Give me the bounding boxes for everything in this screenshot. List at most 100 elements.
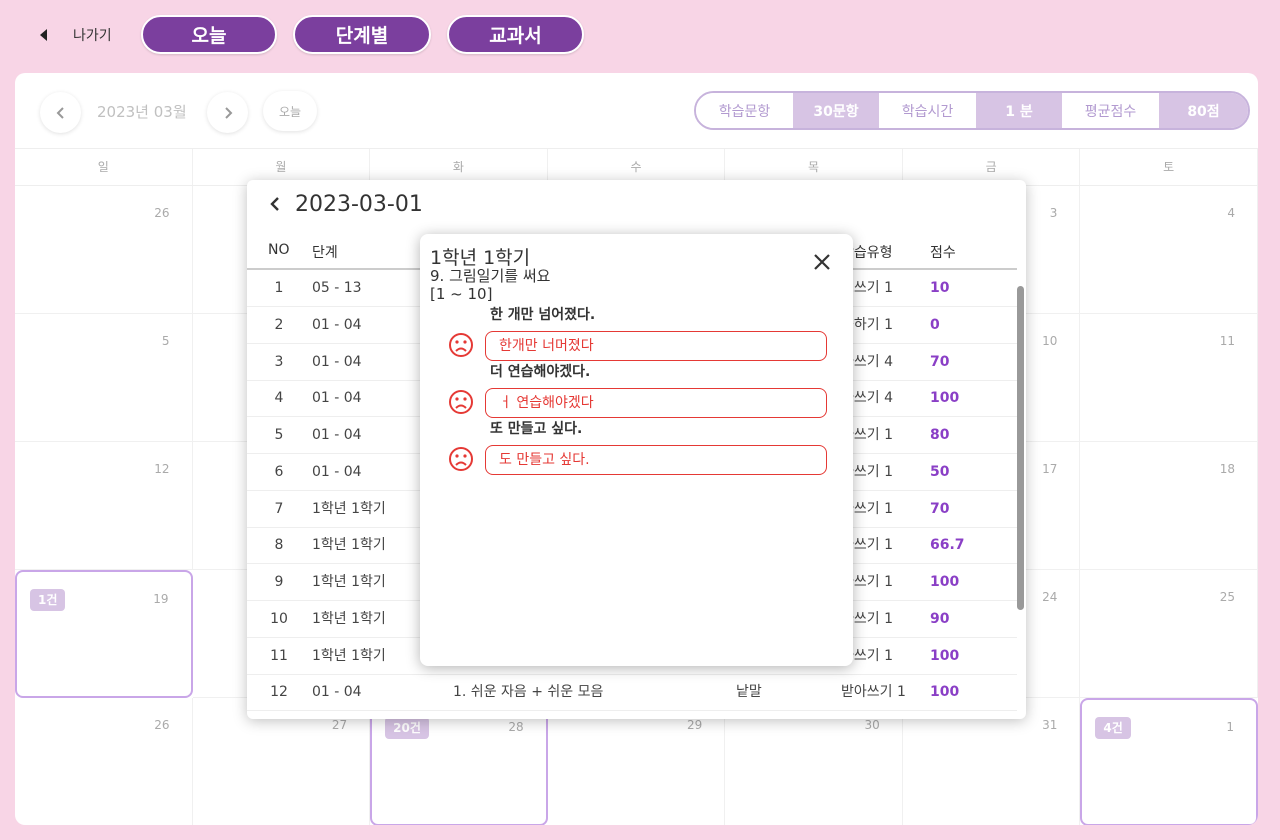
popup-scrollbar-thumb[interactable]: [1017, 286, 1024, 610]
stat-items-value: 30문항: [793, 93, 879, 128]
popup-back-button[interactable]: [269, 193, 281, 217]
popup-header: 2023-03-01: [269, 192, 423, 217]
top-bar: 나가기 오늘 단계별 교과서: [0, 0, 1280, 70]
row-no: 4: [274, 390, 284, 407]
row-stage: 01 - 04: [312, 390, 362, 407]
row-no: 6: [274, 463, 284, 480]
sad-face-icon: [449, 390, 473, 414]
day-number: 19: [153, 592, 169, 606]
month-label: 2023년 03월: [97, 103, 187, 121]
row-no: 3: [274, 353, 284, 370]
prev-month-button[interactable]: [40, 92, 81, 133]
day-number: 27: [331, 718, 348, 732]
modal-subtitle: 9. 그림일기를 써요: [430, 267, 551, 285]
row-stage: 1학년 1학기: [312, 537, 386, 554]
row-score: 100: [930, 684, 960, 701]
day-number: 1: [1226, 720, 1234, 734]
row-score: 70: [930, 500, 950, 517]
count-badge: 1건: [30, 589, 66, 611]
by-stage-tab-button[interactable]: 단계별: [293, 15, 431, 54]
row-score: 100: [930, 574, 960, 590]
calendar-day-cell[interactable]: 4: [1080, 186, 1258, 314]
row-no: 12: [270, 684, 288, 701]
day-number: 10: [1042, 334, 1058, 348]
today-tab-button[interactable]: 오늘: [141, 15, 277, 54]
row-score: 0: [930, 316, 940, 333]
back-label: 나가기: [73, 28, 112, 44]
sad-face-icon: [449, 333, 473, 357]
row-score: 66.7: [930, 537, 965, 554]
row-stage: 01 - 04: [312, 684, 362, 701]
calendar-day-cell[interactable]: 12: [15, 442, 193, 570]
row-no: 1: [274, 280, 284, 296]
chevron-left-icon: [56, 106, 64, 119]
row-no: 9: [274, 574, 284, 590]
student-answer-field: ㅓ 연습해야겠다: [485, 388, 827, 418]
row-score: 100: [930, 390, 960, 407]
count-badge: 4건: [1095, 717, 1131, 739]
row-stage: 1학년 1학기: [312, 647, 386, 664]
calendar-day-cell[interactable]: 18: [1080, 442, 1258, 570]
row-stage: 01 - 04: [312, 463, 362, 480]
row-no: 7: [274, 500, 284, 517]
row-stage: 01 - 04: [312, 427, 362, 443]
row-score: 100: [930, 647, 960, 664]
stat-time-label: 학습시간: [879, 93, 976, 128]
calendar-day-cell[interactable]: 1 4건: [1080, 698, 1258, 825]
popup-scrollbar[interactable]: [1016, 234, 1026, 714]
row-stage: 01 - 04: [312, 316, 362, 333]
row-no: 8: [274, 537, 284, 554]
calendar-day-cell[interactable]: 26: [15, 186, 193, 314]
row-stage: 1학년 1학기: [312, 500, 386, 517]
stat-time-value: 1 분: [976, 93, 1062, 128]
row-stage: 1학년 1학기: [312, 610, 386, 627]
next-month-button[interactable]: [207, 92, 248, 133]
day-number: 30: [864, 718, 880, 732]
calendar-day-cell[interactable]: 11: [1080, 314, 1258, 442]
stat-score-value: 80점: [1159, 93, 1248, 128]
sad-face-icon: [449, 447, 473, 471]
chevron-left-icon: [270, 196, 279, 211]
day-number: 5: [161, 334, 170, 348]
day-number: 4: [1227, 206, 1235, 220]
question-prompt: 한 개만 넘어졌다.: [490, 307, 596, 323]
row-stage: 05 - 13: [312, 280, 362, 296]
calendar-day-cell[interactable]: 5: [15, 314, 193, 442]
table-row[interactable]: 12 01 - 04 1. 쉬운 자음 + 쉬운 모음 낱말 받아쓰기 1 100: [247, 674, 1017, 712]
day-number: 18: [1219, 462, 1235, 476]
back-arrow-icon: [40, 29, 47, 41]
row-stage: 01 - 04: [312, 353, 362, 370]
row-score: 70: [930, 353, 950, 370]
header-stage: 단계: [312, 245, 338, 261]
row-score: 80: [930, 427, 950, 443]
count-badge: 20건: [385, 717, 429, 739]
stat-items-label: 학습문항: [696, 93, 793, 128]
row-category: 낱말: [736, 684, 762, 701]
student-answer-field: 한개만 너머졌다: [485, 331, 827, 361]
row-stage: 1학년 1학기: [312, 574, 386, 590]
row-score: 90: [930, 610, 950, 627]
close-icon: [814, 254, 830, 270]
row-no: 2: [274, 316, 284, 333]
calendar-day-cell[interactable]: 19 1건: [15, 570, 193, 698]
day-number: 29: [686, 718, 703, 732]
chevron-right-icon: [224, 106, 232, 119]
stat-score-label: 평균점수: [1062, 93, 1159, 128]
day-number: 26: [154, 206, 170, 220]
question-prompt: 더 연습해야겠다.: [490, 364, 591, 380]
day-number: 3: [1049, 206, 1058, 220]
weekday-sun: 일: [15, 149, 193, 185]
textbook-tab-button[interactable]: 교과서: [447, 15, 584, 54]
go-today-button[interactable]: 오늘: [263, 91, 317, 131]
day-number: 24: [1042, 590, 1058, 604]
day-number: 28: [508, 720, 524, 734]
day-number: 12: [154, 462, 170, 476]
calendar-day-cell[interactable]: 25: [1080, 570, 1258, 698]
close-button[interactable]: [812, 252, 832, 272]
popup-date: 2023-03-01: [295, 192, 423, 217]
day-number: 31: [1042, 718, 1058, 732]
calendar-day-cell[interactable]: 26: [15, 698, 193, 825]
day-number: 11: [1219, 334, 1235, 348]
day-number: 25: [1219, 590, 1235, 604]
back-button[interactable]: 나가기: [40, 22, 112, 48]
